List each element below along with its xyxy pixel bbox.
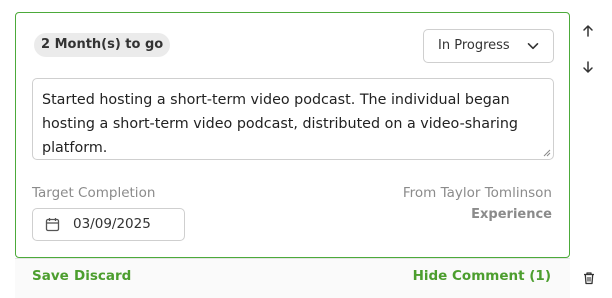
arrow-up-icon[interactable] [581,24,595,38]
save-button[interactable]: Save [32,268,69,284]
chevron-down-icon [527,43,539,50]
description-text: Started hosting a short-term video podca… [42,92,518,156]
target-date-input[interactable]: 03/09/2025 [32,208,185,241]
resize-handle-icon[interactable] [543,149,551,157]
calendar-icon [45,218,60,232]
source-from-text: From Taylor Tomlinson [402,185,552,201]
target-date-value: 03/09/2025 [73,216,151,232]
goal-card: 2 Month(s) to go In Progress Started hos… [15,12,570,258]
source-type-label: Experience [471,207,552,222]
time-remaining-badge: 2 Month(s) to go [34,33,171,57]
arrow-down-icon[interactable] [581,60,595,74]
discard-button[interactable]: Discard [74,268,131,284]
status-selected-value: In Progress [438,38,510,53]
hide-comment-button[interactable]: Hide Comment (1) [413,268,551,284]
status-dropdown[interactable]: In Progress [423,29,554,63]
target-completion-label: Target Completion [32,185,156,201]
description-textarea[interactable]: Started hosting a short-term video podca… [32,78,554,160]
trash-icon[interactable] [582,271,596,285]
